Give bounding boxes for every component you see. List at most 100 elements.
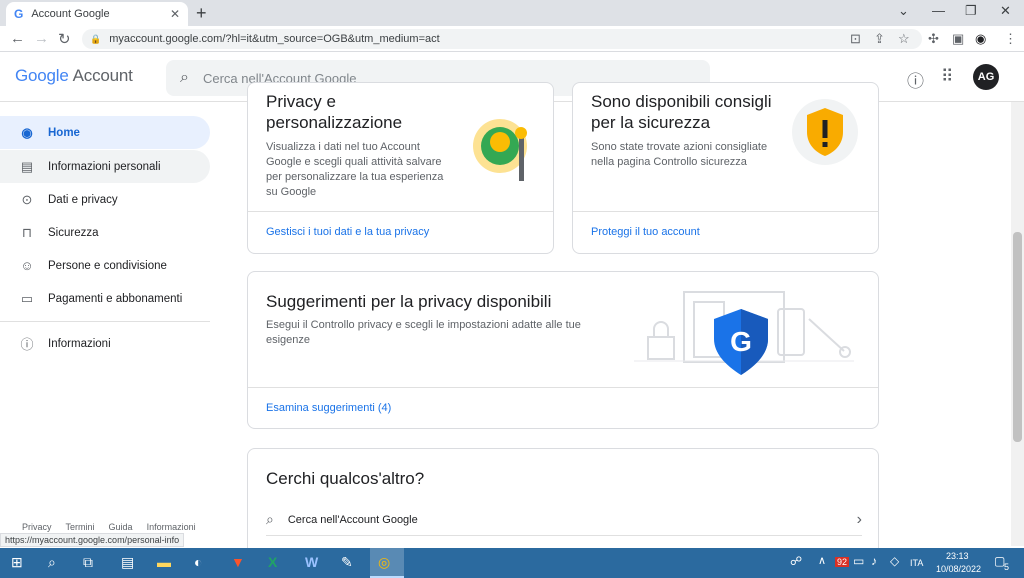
notification-count: 5 xyxy=(1004,562,1010,572)
clock-time[interactable]: 23:13 xyxy=(946,551,969,561)
url-text: myaccount.google.com/?hl=it&utm_source=O… xyxy=(109,33,440,45)
manage-privacy-link[interactable]: Gestisci i tuoi dati e la tua privacy xyxy=(266,226,429,238)
bookmark-star-icon[interactable]: ☆ xyxy=(898,31,910,47)
id-card-icon: ▤ xyxy=(20,158,34,174)
sidebar-item-label: Persone e condivisione xyxy=(48,259,167,272)
restore-icon[interactable]: ❐ xyxy=(965,3,977,19)
address-bar: ← → ↻ 🔒 myaccount.google.com/?hl=it&utm_… xyxy=(0,26,1024,52)
translate-icon[interactable]: ⊡ xyxy=(850,31,861,47)
sidebar-item-home[interactable]: ◉ Home xyxy=(0,116,210,149)
card-separator xyxy=(248,211,553,212)
forward-icon[interactable]: → xyxy=(34,30,49,47)
sidebar-item-label: Informazioni xyxy=(48,337,111,350)
word-icon[interactable]: W xyxy=(305,554,318,570)
privacy-suggestions-card: Suggerimenti per la privacy disponibili … xyxy=(247,271,879,429)
share-icon[interactable]: ⇪ xyxy=(874,31,885,47)
review-suggestions-link[interactable]: Esamina suggerimenti (4) xyxy=(266,402,391,414)
svg-text:G: G xyxy=(730,326,752,357)
account-circle-icon: ◉ xyxy=(21,124,33,140)
credit-card-icon: ▭ xyxy=(20,290,34,306)
browser-tab-bar: G Account Google ✕ + ⌄ — ❐ ✕ xyxy=(0,0,1024,26)
privacy-card-description: Visualizza i dati nel tuo Account Google… xyxy=(266,141,444,198)
minimize-icon[interactable]: — xyxy=(932,3,945,18)
chevron-right-icon: › xyxy=(856,510,862,528)
people-icon: ☺ xyxy=(20,258,34,273)
sidebar-footer: Privacy Termini Guida Informazioni xyxy=(22,522,196,532)
sidebar: ◉ Home ▤ Informazioni personali ⊙ Dati e… xyxy=(0,102,222,546)
avatar[interactable]: AG xyxy=(973,64,999,90)
tray-badge[interactable]: 92 xyxy=(835,557,850,567)
tray-chevron-icon[interactable]: ∧ xyxy=(818,554,826,567)
footer-link-terms[interactable]: Termini xyxy=(66,522,95,532)
search-icon: ⌕ xyxy=(180,69,189,86)
excel-icon[interactable]: X xyxy=(268,554,277,570)
card-separator xyxy=(248,387,878,388)
apps-grid-icon[interactable]: ⠿ xyxy=(941,67,953,87)
windows-start-icon[interactable]: ⊞ xyxy=(11,554,23,571)
sidebar-item-payments[interactable]: ▭ Pagamenti e abbonamenti xyxy=(0,282,210,315)
sidebar-item-label: Informazioni personali xyxy=(48,160,161,173)
sidebar-item-label: Dati e privacy xyxy=(48,193,118,206)
scrollbar-thumb[interactable] xyxy=(1013,232,1022,442)
google-favicon-icon: G xyxy=(14,7,24,21)
security-card: Sono disponibili consigli per la sicurez… xyxy=(572,82,879,254)
sidebar-item-label: Sicurezza xyxy=(48,226,99,239)
footer-link-help[interactable]: Guida xyxy=(109,522,133,532)
sidebar-item-people-sharing[interactable]: ☺ Persone e condivisione xyxy=(0,249,210,282)
footer-link-privacy[interactable]: Privacy xyxy=(22,522,52,532)
notepad-icon[interactable]: ▤ xyxy=(121,554,134,571)
close-tab-icon[interactable]: ✕ xyxy=(170,7,180,21)
new-tab-button[interactable]: + xyxy=(196,3,207,24)
tab-search-icon[interactable]: ⌄ xyxy=(898,3,909,19)
help-icon[interactable]: ⓘ xyxy=(907,67,924,92)
search-icon: ⌕ xyxy=(266,511,274,527)
file-explorer-icon[interactable]: ▬ xyxy=(157,554,171,570)
brave-browser-icon[interactable]: ▼ xyxy=(231,554,245,570)
app-icon[interactable]: ◐ xyxy=(194,554,202,570)
lock-icon: ⊓ xyxy=(21,224,33,240)
menu-icon[interactable]: ⋮ xyxy=(1004,31,1017,47)
protect-account-link[interactable]: Proteggi il tuo account xyxy=(591,226,700,238)
sidebar-divider xyxy=(0,321,210,322)
logo-account: Account xyxy=(72,66,133,85)
search-account-row[interactable]: ⌕ Cerca nell'Account Google › xyxy=(266,504,862,536)
privacy-card: Privacy e personalizzazione Visualizza i… xyxy=(247,82,554,254)
extensions-icon[interactable]: ✣ xyxy=(928,31,939,47)
chrome-icon[interactable]: ◎ xyxy=(378,554,390,571)
clock-date[interactable]: 10/08/2022 xyxy=(936,564,981,574)
logo-google: Google xyxy=(15,66,69,85)
suggestions-card-description: Esegui il Controllo privacy e scegli le … xyxy=(266,319,581,346)
google-account-logo[interactable]: Google Account xyxy=(15,66,133,86)
sidebar-item-about[interactable]: ⓘ Informazioni xyxy=(0,327,210,360)
suggestions-card-title: Suggerimenti per la privacy disponibili xyxy=(266,292,552,311)
info-icon: ⓘ xyxy=(20,337,34,352)
sidebar-item-label: Home xyxy=(48,126,80,139)
browser-tab[interactable]: G Account Google ✕ xyxy=(6,2,188,26)
reload-icon[interactable]: ↻ xyxy=(58,30,71,48)
sidebar-item-personal-info[interactable]: ▤ Informazioni personali xyxy=(0,150,210,183)
privacy-checkup-illustration-icon: G xyxy=(634,291,854,375)
profile-icon[interactable]: ◉ xyxy=(975,31,986,47)
task-view-icon[interactable]: ⧉ xyxy=(83,554,93,571)
dropbox-icon[interactable]: ◇ xyxy=(890,554,899,568)
url-field[interactable]: 🔒 myaccount.google.com/?hl=it&utm_source… xyxy=(82,29,922,49)
sidebar-item-data-privacy[interactable]: ⊙ Dati e privacy xyxy=(0,183,210,216)
search-account-label: Cerca nell'Account Google xyxy=(287,513,418,526)
language-indicator[interactable]: ITA xyxy=(910,558,923,568)
close-window-icon[interactable]: ✕ xyxy=(1000,3,1011,19)
taskbar-search-icon[interactable]: ⌕ xyxy=(48,554,56,571)
tab-title: Account Google xyxy=(31,8,110,20)
sidebar-item-security[interactable]: ⊓ Sicurezza xyxy=(0,216,210,249)
footer-link-info[interactable]: Informazioni xyxy=(147,522,196,532)
people-tray-icon[interactable]: ☍ xyxy=(790,554,802,568)
network-icon[interactable]: ▭ xyxy=(853,554,864,568)
back-icon[interactable]: ← xyxy=(10,30,25,47)
card-separator xyxy=(573,211,878,212)
lock-icon: 🔒 xyxy=(90,33,102,44)
security-card-description: Sono state trovate azioni consigliate ne… xyxy=(591,141,768,168)
security-card-title: Sono disponibili consigli per la sicurez… xyxy=(591,92,772,132)
side-panel-icon[interactable]: ▣ xyxy=(952,31,964,47)
toggle-icon: ⊙ xyxy=(21,191,33,207)
volume-icon[interactable]: ♪ xyxy=(871,554,877,568)
paint-icon[interactable]: ✎ xyxy=(341,554,353,571)
